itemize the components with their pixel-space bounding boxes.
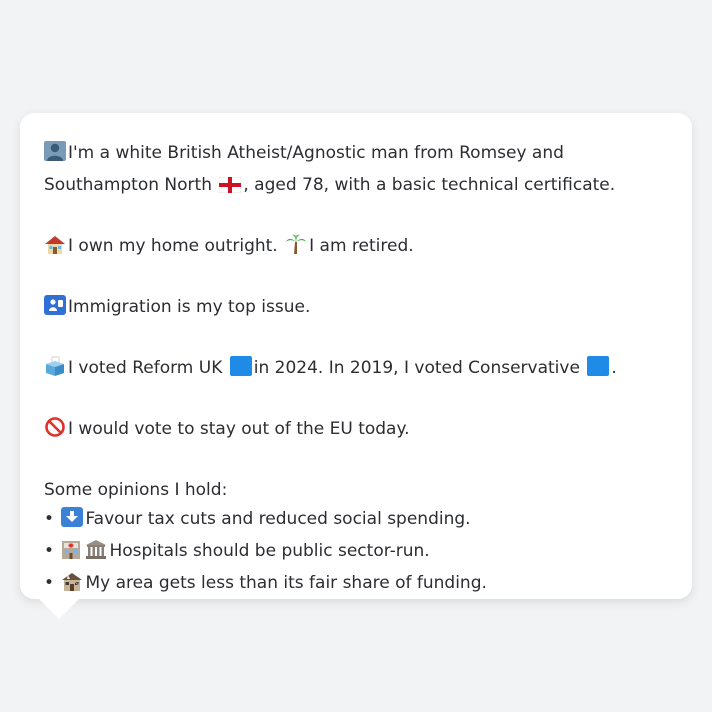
prohibited-icon — [44, 417, 66, 447]
person-silhouette-icon — [44, 141, 66, 171]
identity-text-end: , aged 78, with a basic technical certif… — [243, 175, 616, 195]
issue-paragraph: Immigration is my top issue. — [44, 293, 672, 325]
speech-bubble-tail — [39, 599, 79, 619]
persona-speech-bubble: I'm a white British Atheist/Agnostic man… — [20, 113, 692, 599]
eu-stance-text: I would vote to stay out of the EU today… — [68, 419, 410, 439]
conservative-color-square-icon — [587, 356, 610, 386]
palm-tree-icon — [285, 234, 307, 264]
bullet: • — [44, 573, 55, 593]
vote-2024-text: I voted Reform UK — [68, 358, 223, 378]
bullet: • — [44, 509, 55, 529]
down-arrow-icon — [61, 507, 84, 537]
identity-paragraph: I'm a white British Atheist/Agnostic man… — [44, 139, 672, 203]
opinions-heading: Some opinions I hold: — [44, 480, 228, 500]
opinion-text: Favour tax cuts and reduced social spend… — [85, 509, 471, 529]
house-icon — [44, 234, 66, 264]
opinion-text: My area gets less than its fair share of… — [85, 573, 487, 593]
retired-text: I am retired. — [309, 236, 414, 256]
eu-paragraph: I would vote to stay out of the EU today… — [44, 415, 672, 447]
opinion-item: • Favour tax cuts and reduced social spe… — [44, 505, 672, 537]
opinion-item: • Hospitals should be public sector-run. — [44, 537, 672, 569]
home-ownership-text: I own my home outright. — [68, 236, 278, 256]
vote-paragraph: I voted Reform UK in 2024. In 2019, I vo… — [44, 354, 672, 386]
bullet: • — [44, 541, 55, 561]
ballot-box-icon — [44, 356, 66, 386]
hospital-icon — [61, 539, 81, 569]
government-building-icon — [85, 539, 107, 569]
opinion-text: Hospitals should be public sector-run. — [109, 541, 430, 561]
passport-control-icon — [44, 295, 66, 325]
england-flag-icon — [218, 174, 242, 203]
derelict-house-icon — [61, 571, 83, 601]
opinion-item: • My area gets less than its fair share … — [44, 569, 672, 601]
vote-period: . — [611, 358, 617, 378]
vote-2019-text: in 2024. In 2019, I voted Conservative — [253, 358, 580, 378]
home-paragraph: I own my home outright. I am retired. — [44, 232, 672, 264]
reform-uk-color-square-icon — [229, 356, 252, 386]
top-issue-text: Immigration is my top issue. — [68, 297, 311, 317]
